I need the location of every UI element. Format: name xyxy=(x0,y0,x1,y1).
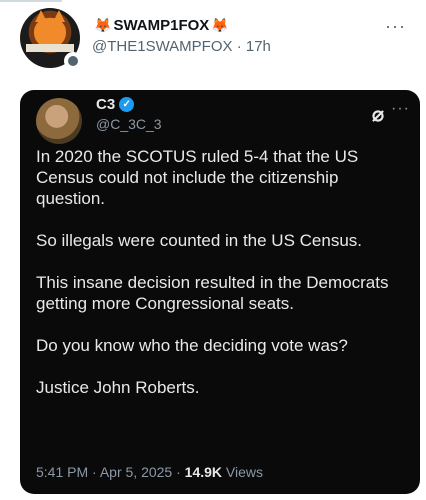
post-time[interactable]: 5:41 PM xyxy=(36,464,88,480)
quoted-avatar[interactable] xyxy=(36,98,82,144)
grok-icon[interactable]: ⌀ xyxy=(372,102,384,127)
handle[interactable]: @THE1SWAMPFOX xyxy=(92,38,233,55)
quoted-post-text: In 2020 the SCOTUS ruled 5-4 that the US… xyxy=(36,146,408,398)
paragraph: Justice John Roberts. xyxy=(36,378,200,397)
post-date[interactable]: Apr 5, 2025 xyxy=(100,464,172,480)
views-label: Views xyxy=(225,464,264,480)
paragraph: In 2020 the SCOTUS ruled 5-4 that the US… xyxy=(36,147,359,208)
display-name[interactable]: 🦊 SWAMP1FOX 🦊 xyxy=(92,14,231,36)
handle-and-time: @THE1SWAMPFOX · 17h xyxy=(92,38,271,55)
post-header: 🦊 SWAMP1FOX 🦊 @THE1SWAMPFOX · 17h ··· xyxy=(20,8,420,78)
quoted-handle[interactable]: @C_3C_3 xyxy=(96,116,162,132)
views-count[interactable]: 14.9K xyxy=(185,464,222,480)
paragraph: This insane decision resulted in the Dem… xyxy=(36,273,389,313)
affiliate-badge-icon[interactable] xyxy=(64,52,82,70)
divider xyxy=(0,0,62,2)
paragraph: So illegals were counted in the US Censu… xyxy=(36,231,363,250)
verified-badge-icon: ✓ xyxy=(119,97,135,112)
more-horizontal-icon[interactable]: ··· xyxy=(391,100,410,118)
post-metadata: 5:41 PM · Apr 5, 2025 · 14.9K Views xyxy=(36,464,264,480)
quoted-display-name[interactable]: C3 ✓ xyxy=(96,96,135,113)
paragraph: Do you know who the deciding vote was? xyxy=(36,336,348,355)
display-name-text: SWAMP1FOX xyxy=(113,16,210,34)
fox-emoji-icon: 🦊 xyxy=(211,16,229,33)
quoted-post-card[interactable]: C3 ✓ @C_3C_3 ⌀ ··· In 2020 the SCOTUS ru… xyxy=(20,90,420,494)
fox-emoji-icon: 🦊 xyxy=(94,16,112,33)
more-horizontal-icon[interactable]: ··· xyxy=(385,16,406,37)
post-time[interactable]: 17h xyxy=(246,38,271,55)
